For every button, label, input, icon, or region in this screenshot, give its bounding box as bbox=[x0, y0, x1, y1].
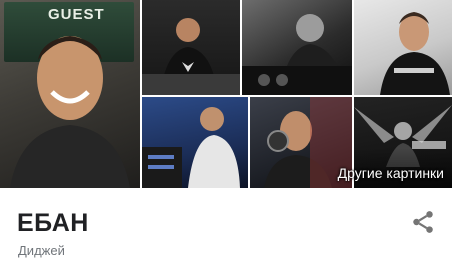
gallery-thumbnail[interactable] bbox=[354, 0, 452, 95]
entity-subtitle: Диджей bbox=[18, 243, 65, 258]
thumbnail-photo bbox=[242, 14, 352, 95]
image-gallery: GUEST Другие картинки bbox=[0, 0, 452, 188]
thumbnail-photo bbox=[142, 107, 240, 188]
main-image[interactable]: GUEST bbox=[0, 0, 140, 188]
person-silhouette bbox=[10, 36, 130, 188]
thumbnail-photo bbox=[380, 12, 450, 95]
thumbnail-photo bbox=[142, 18, 240, 95]
more-images-label[interactable]: Другие картинки bbox=[338, 165, 444, 181]
gallery-thumbnail[interactable] bbox=[142, 97, 248, 188]
share-icon bbox=[413, 211, 433, 233]
gallery-thumbnail[interactable] bbox=[242, 0, 352, 95]
share-button[interactable] bbox=[410, 209, 436, 235]
gallery-thumbnail[interactable] bbox=[142, 0, 240, 95]
entity-header: ЕБАН Диджей bbox=[0, 188, 452, 270]
entity-title: ЕБАН bbox=[17, 209, 89, 237]
